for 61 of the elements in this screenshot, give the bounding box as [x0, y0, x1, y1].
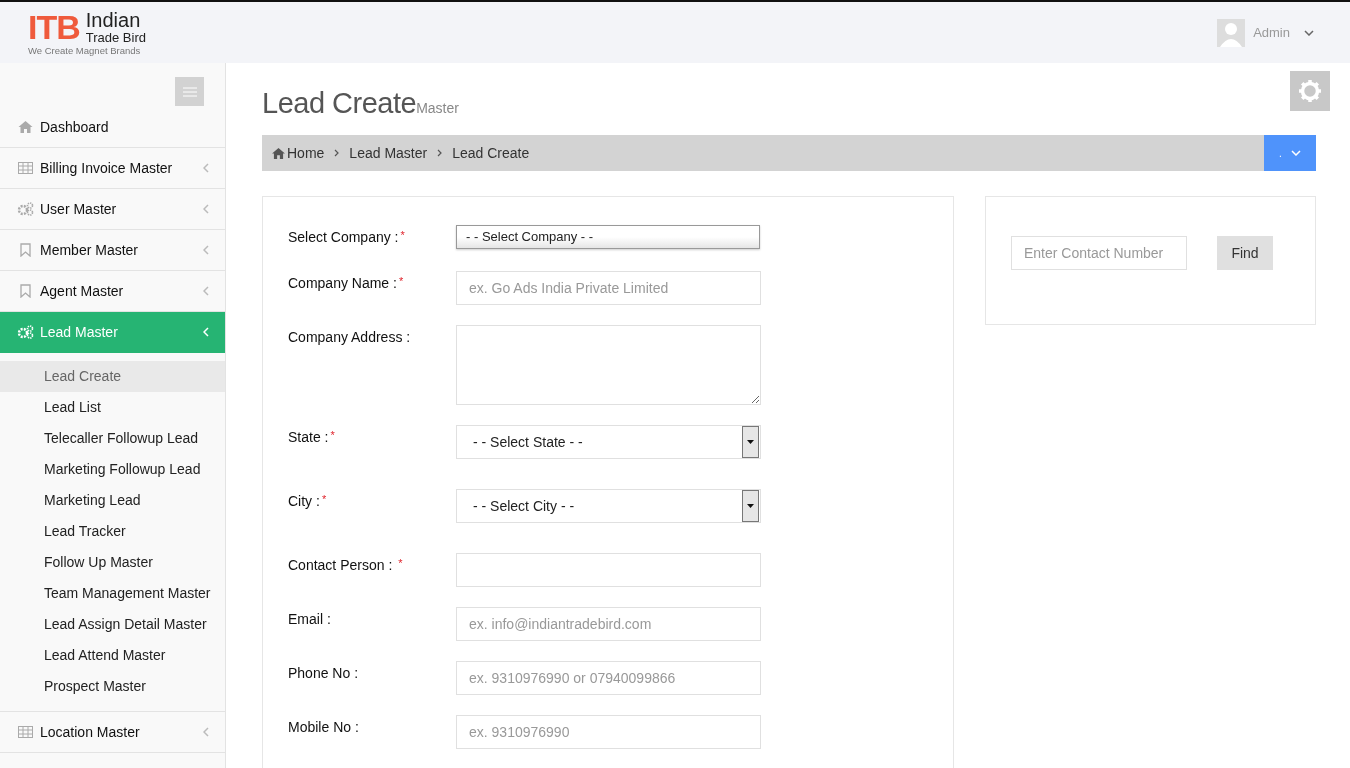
dropdown[interactable]: - - Select City - -	[456, 489, 761, 523]
field-label: Contact Person : *	[288, 556, 404, 573]
address-field[interactable]	[456, 325, 761, 405]
submenu-item[interactable]: Lead Assign Detail Master	[0, 609, 225, 640]
chevron-down-icon[interactable]	[1304, 29, 1314, 36]
contact-number-field[interactable]: Enter Contact Number	[1011, 236, 1187, 270]
dropdown[interactable]: - - Select State - -	[456, 425, 761, 459]
chevron-right-icon	[334, 149, 340, 157]
logo-mark: ITB	[28, 9, 80, 44]
chevron-right-icon	[437, 149, 443, 157]
field-label: Select Company :*	[288, 228, 406, 245]
submenu-item[interactable]: Team Management Master	[0, 578, 225, 609]
input-field[interactable]: ex. 9310976990	[456, 715, 761, 749]
sidebar-item[interactable]: Location Master	[0, 712, 225, 753]
input-field[interactable]	[456, 553, 761, 587]
table-icon	[17, 162, 34, 174]
page-title: Lead Create	[262, 87, 417, 119]
home-icon	[17, 121, 34, 133]
home-icon	[272, 147, 285, 159]
submenu-item[interactable]: Prospect Master	[0, 671, 225, 702]
input-field[interactable]: ex. Go Ads India Private Limited	[456, 271, 761, 305]
field-label: Phone No :	[288, 664, 360, 681]
breadcrumb-link[interactable]: Lead Master	[349, 145, 428, 161]
page-subtitle: Master	[416, 100, 459, 116]
settings-button[interactable]	[1290, 71, 1330, 111]
submenu-item[interactable]: Telecaller Followup Lead	[0, 423, 225, 454]
gears-icon	[17, 202, 34, 216]
sidebar-item[interactable]: User Master	[0, 189, 225, 230]
logo-name: Indian	[85, 9, 142, 30]
sidebar-item[interactable]: Billing Invoice Master	[0, 148, 225, 189]
table-icon	[17, 726, 34, 738]
sidebar-item[interactable]: Member Master	[0, 230, 225, 271]
gears-icon	[17, 325, 34, 339]
breadcrumb-link[interactable]: Lead Create	[452, 145, 530, 161]
submenu-item[interactable]: Marketing Followup Lead	[0, 454, 225, 485]
company-dropdown[interactable]: - - Select Company - -	[456, 225, 760, 249]
field-label: City :*	[288, 492, 328, 509]
input-field[interactable]: ex. info@indiantradebird.com	[456, 607, 761, 641]
find-button[interactable]: Find	[1217, 236, 1273, 270]
field-label: Company Name :*	[288, 274, 405, 291]
submenu-item[interactable]: Lead Tracker	[0, 516, 225, 547]
input-field[interactable]: ex. 9310976990 or 07940099866	[456, 661, 761, 695]
submenu-item[interactable]: Lead Attend Master	[0, 640, 225, 671]
submenu-item[interactable]: Lead List	[0, 392, 225, 423]
logo-name: Trade Bird	[85, 30, 146, 44]
sidebar-item[interactable]: Dashboard	[0, 107, 225, 148]
field-label: Email :	[288, 610, 332, 627]
field-label: Company Address :	[288, 328, 412, 345]
breadcrumb-link[interactable]: Home	[287, 145, 325, 161]
bookmark-icon	[17, 284, 34, 298]
field-label: State :*	[288, 428, 336, 445]
field-label: Mobile No :	[288, 718, 360, 735]
bookmark-icon	[17, 243, 34, 257]
submenu-item[interactable]: Lead Create	[0, 361, 225, 392]
avatar-icon[interactable]	[1217, 18, 1246, 47]
logo-tagline: We Create Magnet Brands	[28, 44, 142, 56]
chevron-down-icon	[1290, 150, 1301, 156]
submenu-item[interactable]: Marketing Lead	[0, 485, 225, 516]
submenu-item[interactable]: Follow Up Master	[0, 547, 225, 578]
settings-icon	[1298, 79, 1322, 103]
menu-button[interactable]	[175, 77, 204, 106]
